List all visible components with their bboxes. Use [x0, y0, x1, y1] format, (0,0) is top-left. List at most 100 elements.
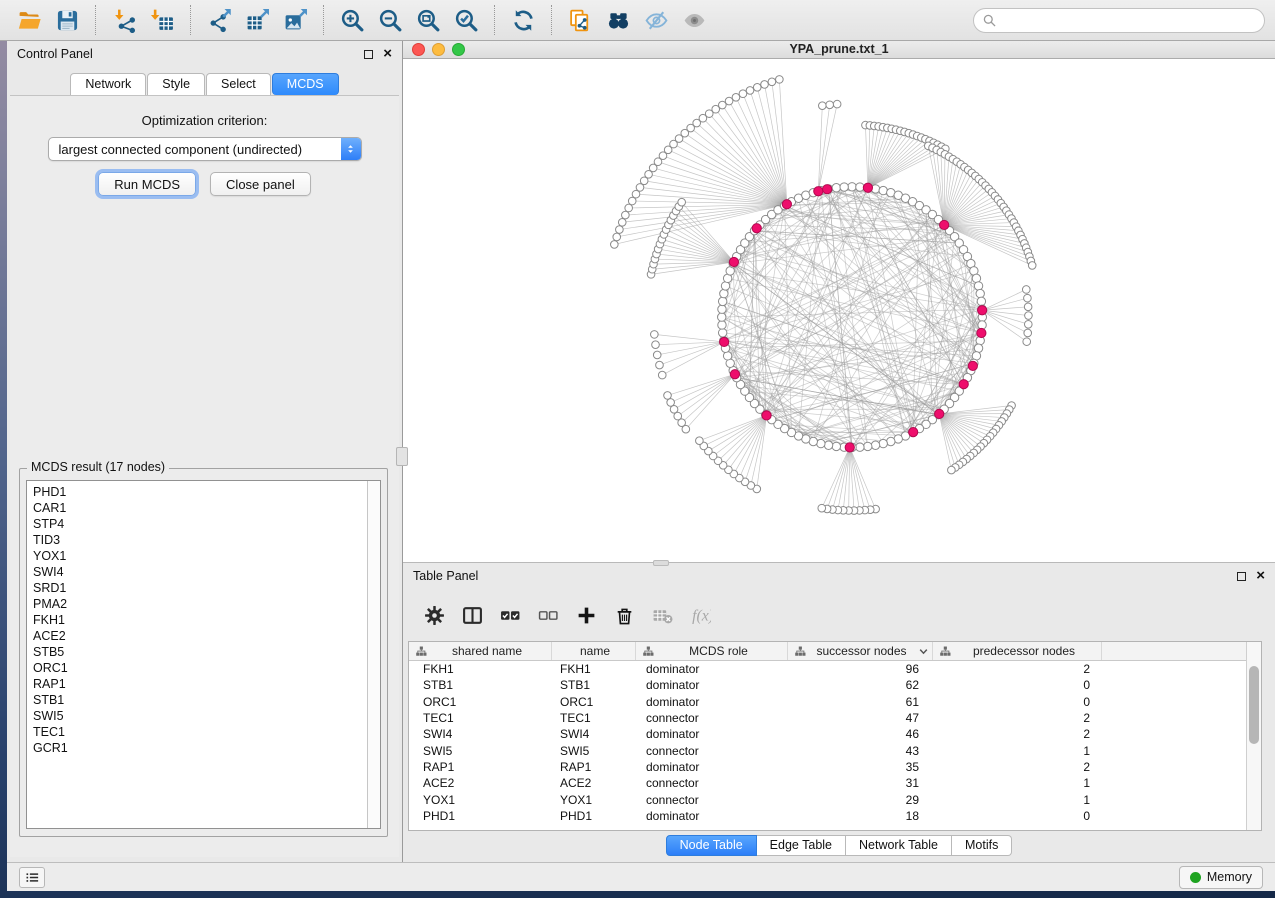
- select-all-button[interactable]: [495, 600, 525, 630]
- mcds-result-item[interactable]: ORC1: [33, 660, 367, 676]
- tab-motifs[interactable]: Motifs: [952, 835, 1012, 856]
- mcds-result-list[interactable]: PHD1CAR1STP4TID3YOX1SWI4SRD1PMA2FKH1ACE2…: [26, 480, 381, 829]
- tab-network[interactable]: Network: [70, 73, 146, 95]
- mcds-result-item[interactable]: ACE2: [33, 628, 367, 644]
- mcds-result-item[interactable]: STB5: [33, 644, 367, 660]
- close-panel-icon[interactable]: ×: [383, 49, 392, 59]
- table-settings-button[interactable]: [419, 600, 449, 630]
- mcds-node[interactable]: [935, 409, 944, 418]
- tab-style[interactable]: Style: [147, 73, 205, 95]
- table-row[interactable]: SWI4SWI4dominator462: [409, 726, 1246, 742]
- mcds-node[interactable]: [720, 337, 729, 346]
- cell-name: FKH1: [552, 662, 636, 676]
- mcds-result-item[interactable]: SWI5: [33, 708, 367, 724]
- close-panel-button[interactable]: Close panel: [210, 172, 311, 196]
- column-header-MCDS-role[interactable]: MCDS role: [636, 642, 788, 660]
- vertical-splitter-handle[interactable]: [396, 447, 408, 466]
- column-header-name[interactable]: name: [552, 642, 636, 660]
- memory-button[interactable]: Memory: [1179, 866, 1263, 889]
- mcds-node[interactable]: [823, 184, 832, 193]
- mcds-node[interactable]: [978, 306, 987, 315]
- mcds-node[interactable]: [940, 220, 949, 229]
- table-scrollbar[interactable]: [1246, 642, 1261, 830]
- delete-column-button[interactable]: [609, 600, 639, 630]
- deselect-all-button[interactable]: [533, 600, 563, 630]
- new-network-from-selection-button[interactable]: [561, 3, 599, 37]
- first-neighbors-button[interactable]: [599, 3, 637, 37]
- zoom-selected-button[interactable]: [447, 3, 485, 37]
- mcds-result-item[interactable]: STP4: [33, 516, 367, 532]
- network-canvas[interactable]: [403, 59, 1275, 562]
- open-file-button[interactable]: [10, 3, 48, 37]
- control-panel-header: Control Panel ×: [7, 41, 402, 67]
- table-scrollbar-thumb[interactable]: [1249, 666, 1259, 744]
- float-table-panel-icon[interactable]: [1237, 572, 1246, 581]
- cell-successor-nodes: 46: [788, 727, 933, 741]
- tab-network-table[interactable]: Network Table: [846, 835, 952, 856]
- export-network-button[interactable]: [200, 3, 238, 37]
- export-image-button[interactable]: [276, 3, 314, 37]
- mcds-node[interactable]: [752, 223, 761, 232]
- close-table-panel-icon[interactable]: ×: [1256, 571, 1265, 581]
- mcds-result-item[interactable]: PHD1: [33, 484, 367, 500]
- mcds-result-item[interactable]: FKH1: [33, 612, 367, 628]
- tab-mcds[interactable]: MCDS: [272, 73, 339, 95]
- mcds-result-item[interactable]: RAP1: [33, 676, 367, 692]
- mcds-node[interactable]: [968, 361, 977, 370]
- mcds-result-item[interactable]: CAR1: [33, 500, 367, 516]
- export-table-button[interactable]: [238, 3, 276, 37]
- table-row[interactable]: SWI5SWI5connector431: [409, 742, 1246, 758]
- show-columns-button[interactable]: [457, 600, 487, 630]
- mcds-node[interactable]: [863, 183, 872, 192]
- mcds-node[interactable]: [909, 427, 918, 436]
- zoom-out-button[interactable]: [371, 3, 409, 37]
- import-network-button[interactable]: [105, 3, 143, 37]
- float-panel-icon[interactable]: [364, 50, 373, 59]
- add-column-button[interactable]: [571, 600, 601, 630]
- task-history-button[interactable]: [19, 867, 45, 888]
- mcds-node[interactable]: [762, 411, 771, 420]
- horizontal-splitter-handle[interactable]: [653, 560, 669, 566]
- save-session-button[interactable]: [48, 3, 86, 37]
- mcds-node[interactable]: [845, 443, 854, 452]
- table-row[interactable]: PHD1PHD1dominator180: [409, 808, 1246, 824]
- mcds-result-item[interactable]: STB1: [33, 692, 367, 708]
- mcds-result-scrollbar[interactable]: [367, 481, 380, 828]
- run-mcds-button[interactable]: Run MCDS: [98, 172, 196, 196]
- optimization-criterion-select[interactable]: largest connected component (undirected): [48, 137, 362, 161]
- import-table-button[interactable]: [143, 3, 181, 37]
- table-row[interactable]: RAP1RAP1dominator352: [409, 759, 1246, 775]
- show-all-button[interactable]: [675, 3, 713, 37]
- search-input[interactable]: [1001, 13, 1255, 27]
- hide-selected-button[interactable]: [637, 3, 675, 37]
- column-header-successor-nodes[interactable]: successor nodes: [788, 642, 933, 660]
- column-header-shared-name[interactable]: shared name: [409, 642, 552, 660]
- refresh-button[interactable]: [504, 3, 542, 37]
- zoom-fit-button[interactable]: [409, 3, 447, 37]
- table-row[interactable]: ORC1ORC1dominator610: [409, 694, 1246, 710]
- mcds-result-item[interactable]: SWI4: [33, 564, 367, 580]
- tab-edge-table[interactable]: Edge Table: [757, 835, 846, 856]
- tab-select[interactable]: Select: [206, 73, 271, 95]
- mcds-result-item[interactable]: SRD1: [33, 580, 367, 596]
- table-row[interactable]: YOX1YOX1connector291: [409, 791, 1246, 807]
- table-row[interactable]: ACE2ACE2connector311: [409, 775, 1246, 791]
- table-row[interactable]: STB1STB1dominator620: [409, 677, 1246, 693]
- mcds-node[interactable]: [782, 199, 791, 208]
- table-row[interactable]: FKH1FKH1dominator962: [409, 661, 1246, 677]
- tab-node-table[interactable]: Node Table: [666, 835, 757, 856]
- mcds-node[interactable]: [814, 186, 823, 195]
- search-box[interactable]: [973, 8, 1265, 33]
- mcds-node[interactable]: [977, 328, 986, 337]
- zoom-in-button[interactable]: [333, 3, 371, 37]
- column-header-predecessor-nodes[interactable]: predecessor nodes: [933, 642, 1102, 660]
- mcds-result-item[interactable]: TID3: [33, 532, 367, 548]
- mcds-node[interactable]: [730, 369, 739, 378]
- mcds-result-item[interactable]: YOX1: [33, 548, 367, 564]
- mcds-result-item[interactable]: GCR1: [33, 740, 367, 756]
- mcds-node[interactable]: [729, 257, 738, 266]
- mcds-result-item[interactable]: PMA2: [33, 596, 367, 612]
- mcds-result-item[interactable]: TEC1: [33, 724, 367, 740]
- table-row[interactable]: TEC1TEC1connector472: [409, 710, 1246, 726]
- mcds-node[interactable]: [959, 379, 968, 388]
